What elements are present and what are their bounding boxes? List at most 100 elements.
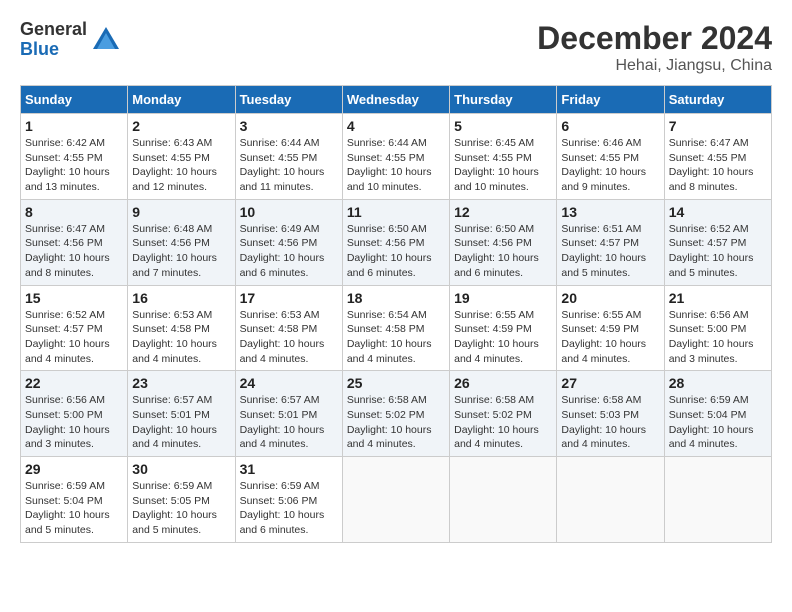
month-title: December 2024	[537, 20, 772, 57]
logo-icon	[91, 25, 121, 55]
day-info: Sunrise: 6:58 AM Sunset: 5:03 PM Dayligh…	[561, 393, 659, 452]
day-info: Sunrise: 6:50 AM Sunset: 4:56 PM Dayligh…	[454, 222, 552, 281]
calendar-cell: 7 Sunrise: 6:47 AM Sunset: 4:55 PM Dayli…	[664, 114, 771, 200]
day-info: Sunrise: 6:59 AM Sunset: 5:04 PM Dayligh…	[25, 479, 123, 538]
day-info: Sunrise: 6:44 AM Sunset: 4:55 PM Dayligh…	[347, 136, 445, 195]
calendar-cell: 26 Sunrise: 6:58 AM Sunset: 5:02 PM Dayl…	[450, 371, 557, 457]
calendar-cell: 13 Sunrise: 6:51 AM Sunset: 4:57 PM Dayl…	[557, 199, 664, 285]
day-info: Sunrise: 6:53 AM Sunset: 4:58 PM Dayligh…	[132, 308, 230, 367]
day-number: 15	[25, 290, 123, 306]
calendar-cell: 14 Sunrise: 6:52 AM Sunset: 4:57 PM Dayl…	[664, 199, 771, 285]
calendar-cell: 19 Sunrise: 6:55 AM Sunset: 4:59 PM Dayl…	[450, 285, 557, 371]
header-friday: Friday	[557, 86, 664, 114]
header-saturday: Saturday	[664, 86, 771, 114]
calendar-cell: 10 Sunrise: 6:49 AM Sunset: 4:56 PM Dayl…	[235, 199, 342, 285]
calendar-cell: 2 Sunrise: 6:43 AM Sunset: 4:55 PM Dayli…	[128, 114, 235, 200]
calendar-week-4: 22 Sunrise: 6:56 AM Sunset: 5:00 PM Dayl…	[21, 371, 772, 457]
calendar-header-row: Sunday Monday Tuesday Wednesday Thursday…	[21, 86, 772, 114]
calendar-cell: 21 Sunrise: 6:56 AM Sunset: 5:00 PM Dayl…	[664, 285, 771, 371]
calendar-cell	[342, 457, 449, 543]
day-info: Sunrise: 6:55 AM Sunset: 4:59 PM Dayligh…	[454, 308, 552, 367]
calendar-cell: 29 Sunrise: 6:59 AM Sunset: 5:04 PM Dayl…	[21, 457, 128, 543]
title-section: December 2024 Hehai, Jiangsu, China	[537, 20, 772, 75]
day-number: 31	[240, 461, 338, 477]
day-number: 3	[240, 118, 338, 134]
calendar-cell: 17 Sunrise: 6:53 AM Sunset: 4:58 PM Dayl…	[235, 285, 342, 371]
calendar-cell: 4 Sunrise: 6:44 AM Sunset: 4:55 PM Dayli…	[342, 114, 449, 200]
calendar-cell: 11 Sunrise: 6:50 AM Sunset: 4:56 PM Dayl…	[342, 199, 449, 285]
calendar-week-5: 29 Sunrise: 6:59 AM Sunset: 5:04 PM Dayl…	[21, 457, 772, 543]
calendar-cell: 18 Sunrise: 6:54 AM Sunset: 4:58 PM Dayl…	[342, 285, 449, 371]
location: Hehai, Jiangsu, China	[537, 57, 772, 75]
day-info: Sunrise: 6:43 AM Sunset: 4:55 PM Dayligh…	[132, 136, 230, 195]
calendar-cell	[557, 457, 664, 543]
day-number: 16	[132, 290, 230, 306]
day-number: 18	[347, 290, 445, 306]
day-number: 30	[132, 461, 230, 477]
day-number: 8	[25, 204, 123, 220]
day-number: 9	[132, 204, 230, 220]
calendar-cell: 1 Sunrise: 6:42 AM Sunset: 4:55 PM Dayli…	[21, 114, 128, 200]
calendar-table: Sunday Monday Tuesday Wednesday Thursday…	[20, 85, 772, 543]
calendar-cell: 20 Sunrise: 6:55 AM Sunset: 4:59 PM Dayl…	[557, 285, 664, 371]
calendar-cell: 23 Sunrise: 6:57 AM Sunset: 5:01 PM Dayl…	[128, 371, 235, 457]
calendar-cell: 8 Sunrise: 6:47 AM Sunset: 4:56 PM Dayli…	[21, 199, 128, 285]
day-number: 11	[347, 204, 445, 220]
day-info: Sunrise: 6:52 AM Sunset: 4:57 PM Dayligh…	[25, 308, 123, 367]
day-number: 25	[347, 375, 445, 391]
day-info: Sunrise: 6:48 AM Sunset: 4:56 PM Dayligh…	[132, 222, 230, 281]
day-info: Sunrise: 6:49 AM Sunset: 4:56 PM Dayligh…	[240, 222, 338, 281]
day-number: 20	[561, 290, 659, 306]
day-number: 10	[240, 204, 338, 220]
day-number: 17	[240, 290, 338, 306]
day-info: Sunrise: 6:57 AM Sunset: 5:01 PM Dayligh…	[240, 393, 338, 452]
day-info: Sunrise: 6:45 AM Sunset: 4:55 PM Dayligh…	[454, 136, 552, 195]
day-info: Sunrise: 6:44 AM Sunset: 4:55 PM Dayligh…	[240, 136, 338, 195]
day-info: Sunrise: 6:59 AM Sunset: 5:05 PM Dayligh…	[132, 479, 230, 538]
calendar-cell: 27 Sunrise: 6:58 AM Sunset: 5:03 PM Dayl…	[557, 371, 664, 457]
header-tuesday: Tuesday	[235, 86, 342, 114]
day-info: Sunrise: 6:55 AM Sunset: 4:59 PM Dayligh…	[561, 308, 659, 367]
calendar-cell: 31 Sunrise: 6:59 AM Sunset: 5:06 PM Dayl…	[235, 457, 342, 543]
calendar-cell: 3 Sunrise: 6:44 AM Sunset: 4:55 PM Dayli…	[235, 114, 342, 200]
calendar-cell	[450, 457, 557, 543]
calendar-week-2: 8 Sunrise: 6:47 AM Sunset: 4:56 PM Dayli…	[21, 199, 772, 285]
calendar-week-3: 15 Sunrise: 6:52 AM Sunset: 4:57 PM Dayl…	[21, 285, 772, 371]
calendar-cell: 6 Sunrise: 6:46 AM Sunset: 4:55 PM Dayli…	[557, 114, 664, 200]
day-info: Sunrise: 6:59 AM Sunset: 5:04 PM Dayligh…	[669, 393, 767, 452]
day-info: Sunrise: 6:58 AM Sunset: 5:02 PM Dayligh…	[347, 393, 445, 452]
logo-general: General	[20, 20, 87, 40]
header-monday: Monday	[128, 86, 235, 114]
calendar-week-1: 1 Sunrise: 6:42 AM Sunset: 4:55 PM Dayli…	[21, 114, 772, 200]
logo-blue: Blue	[20, 40, 87, 60]
day-info: Sunrise: 6:53 AM Sunset: 4:58 PM Dayligh…	[240, 308, 338, 367]
calendar-cell: 16 Sunrise: 6:53 AM Sunset: 4:58 PM Dayl…	[128, 285, 235, 371]
day-info: Sunrise: 6:42 AM Sunset: 4:55 PM Dayligh…	[25, 136, 123, 195]
day-number: 26	[454, 375, 552, 391]
day-number: 27	[561, 375, 659, 391]
day-number: 29	[25, 461, 123, 477]
day-number: 14	[669, 204, 767, 220]
day-info: Sunrise: 6:56 AM Sunset: 5:00 PM Dayligh…	[25, 393, 123, 452]
calendar-cell: 28 Sunrise: 6:59 AM Sunset: 5:04 PM Dayl…	[664, 371, 771, 457]
day-info: Sunrise: 6:47 AM Sunset: 4:56 PM Dayligh…	[25, 222, 123, 281]
calendar-cell: 25 Sunrise: 6:58 AM Sunset: 5:02 PM Dayl…	[342, 371, 449, 457]
day-info: Sunrise: 6:56 AM Sunset: 5:00 PM Dayligh…	[669, 308, 767, 367]
day-number: 22	[25, 375, 123, 391]
calendar-cell: 30 Sunrise: 6:59 AM Sunset: 5:05 PM Dayl…	[128, 457, 235, 543]
day-info: Sunrise: 6:50 AM Sunset: 4:56 PM Dayligh…	[347, 222, 445, 281]
calendar-cell: 24 Sunrise: 6:57 AM Sunset: 5:01 PM Dayl…	[235, 371, 342, 457]
day-info: Sunrise: 6:51 AM Sunset: 4:57 PM Dayligh…	[561, 222, 659, 281]
day-info: Sunrise: 6:54 AM Sunset: 4:58 PM Dayligh…	[347, 308, 445, 367]
day-info: Sunrise: 6:58 AM Sunset: 5:02 PM Dayligh…	[454, 393, 552, 452]
calendar-cell: 5 Sunrise: 6:45 AM Sunset: 4:55 PM Dayli…	[450, 114, 557, 200]
day-number: 13	[561, 204, 659, 220]
day-number: 7	[669, 118, 767, 134]
calendar-cell: 22 Sunrise: 6:56 AM Sunset: 5:00 PM Dayl…	[21, 371, 128, 457]
day-number: 23	[132, 375, 230, 391]
day-number: 28	[669, 375, 767, 391]
header-wednesday: Wednesday	[342, 86, 449, 114]
day-number: 21	[669, 290, 767, 306]
day-number: 2	[132, 118, 230, 134]
day-info: Sunrise: 6:59 AM Sunset: 5:06 PM Dayligh…	[240, 479, 338, 538]
